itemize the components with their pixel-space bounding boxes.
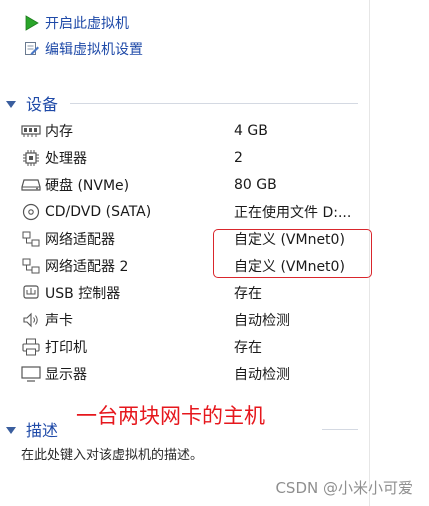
device-row-memory[interactable]: 内存 4 GB bbox=[20, 118, 364, 144]
edit-settings-label: 编辑虚拟机设置 bbox=[45, 42, 143, 58]
collapse-triangle-icon bbox=[6, 100, 16, 108]
edit-settings-icon bbox=[23, 40, 41, 58]
description-section-divider bbox=[322, 429, 358, 430]
device-row-usb-controller[interactable]: USB 控制器 存在 bbox=[20, 280, 364, 306]
devices-section-divider bbox=[70, 103, 358, 104]
device-row-monitor[interactable]: 显示器 自动检测 bbox=[20, 361, 364, 387]
devices-section-title: 设备 bbox=[26, 95, 59, 114]
device-row-printer[interactable]: 打印机 存在 bbox=[20, 334, 364, 360]
device-value: 自动检测 bbox=[234, 313, 290, 329]
device-row-hard-disk[interactable]: 硬盘 (NVMe) 80 GB bbox=[20, 172, 364, 198]
device-value: 2 bbox=[234, 150, 243, 166]
device-value: 存在 bbox=[234, 286, 262, 302]
device-name: 处理器 bbox=[45, 151, 87, 167]
device-value: 存在 bbox=[234, 340, 262, 356]
device-name: 网络适配器 2 bbox=[45, 259, 129, 275]
watermark: CSDN @小米小可爱 bbox=[275, 479, 413, 497]
device-value: 80 GB bbox=[234, 177, 277, 193]
device-name: 声卡 bbox=[45, 313, 73, 329]
description-section-title: 描述 bbox=[26, 421, 59, 440]
power-on-label: 开启此虚拟机 bbox=[45, 16, 129, 32]
printer-icon bbox=[20, 337, 42, 357]
device-value: 自动检测 bbox=[234, 367, 290, 383]
edit-settings-action[interactable]: 编辑虚拟机设置 bbox=[23, 39, 143, 59]
device-name: 显示器 bbox=[45, 367, 87, 383]
monitor-icon bbox=[20, 364, 42, 384]
collapse-triangle-icon bbox=[6, 426, 16, 434]
device-name: 网络适配器 bbox=[45, 232, 115, 248]
devices-section-header[interactable]: 设备 bbox=[6, 92, 58, 114]
network-adapter-icon bbox=[20, 256, 42, 276]
sound-card-icon bbox=[20, 310, 42, 330]
processor-icon bbox=[20, 148, 42, 168]
memory-icon bbox=[20, 121, 42, 141]
device-name: 内存 bbox=[45, 124, 73, 140]
play-icon bbox=[23, 14, 41, 32]
network-adapter-icon bbox=[20, 229, 42, 249]
description-field[interactable]: 在此处键入对该虚拟机的描述。 bbox=[21, 444, 203, 463]
device-row-cd-dvd[interactable]: CD/DVD (SATA) 正在使用文件 D:... bbox=[20, 199, 364, 225]
usb-icon bbox=[20, 283, 42, 303]
device-value: 正在使用文件 D:... bbox=[234, 205, 352, 221]
network-adapter-highlight bbox=[213, 229, 372, 278]
description-section-header[interactable]: 描述 bbox=[6, 418, 58, 440]
device-row-sound-card[interactable]: 声卡 自动检测 bbox=[20, 307, 364, 333]
device-name: 打印机 bbox=[45, 340, 87, 356]
device-name: CD/DVD (SATA) bbox=[45, 204, 152, 220]
device-name: USB 控制器 bbox=[45, 286, 121, 302]
annotation-text: 一台两块网卡的主机 bbox=[76, 404, 265, 428]
cd-dvd-icon bbox=[20, 202, 42, 222]
device-row-processor[interactable]: 处理器 2 bbox=[20, 145, 364, 171]
device-name: 硬盘 (NVMe) bbox=[45, 178, 130, 194]
hard-disk-icon bbox=[20, 175, 42, 195]
power-on-action[interactable]: 开启此虚拟机 bbox=[23, 13, 129, 33]
device-value: 4 GB bbox=[234, 123, 268, 139]
